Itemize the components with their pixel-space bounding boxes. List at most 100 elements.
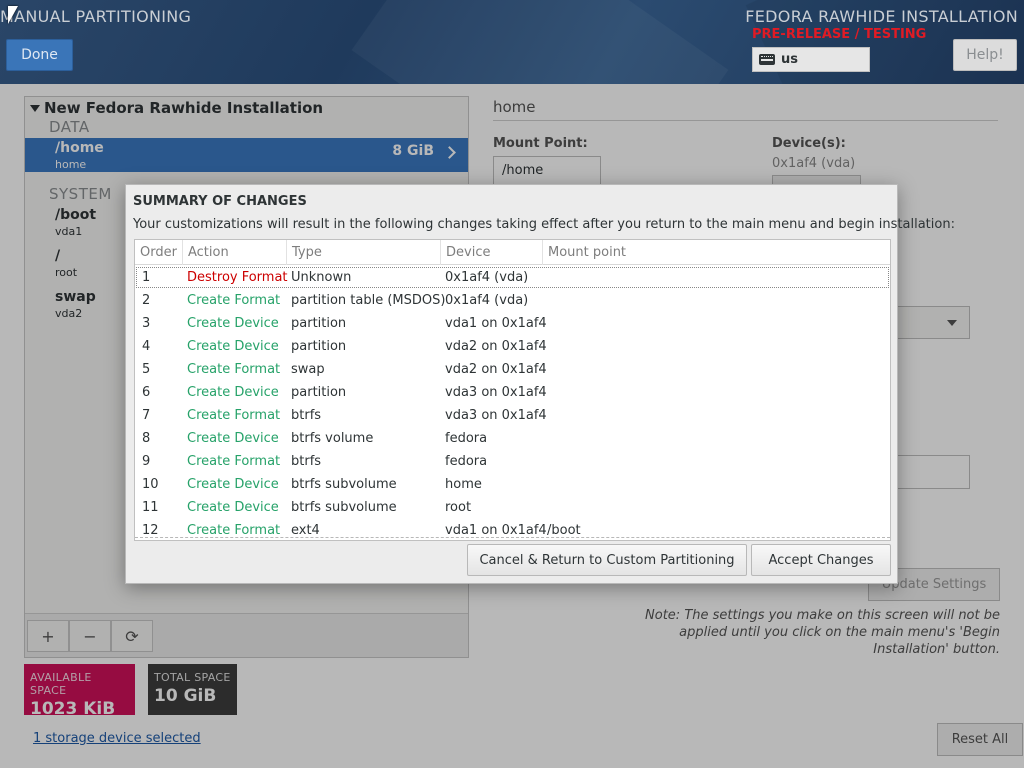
keyboard-layout-label: us [781, 52, 798, 67]
cell-action: Create Device [187, 339, 279, 354]
cell-order: 8 [142, 431, 151, 446]
cell-order: 11 [142, 500, 159, 515]
mount-point-device: vda2 [55, 307, 83, 320]
column-device[interactable]: Device [441, 240, 543, 265]
cell-order: 10 [142, 477, 159, 492]
chevron-down-icon [947, 320, 957, 326]
cancel-return-button[interactable]: Cancel & Return to Custom Partitioning [467, 544, 747, 576]
cell-type: btrfs subvolume [291, 500, 397, 515]
dialog-title: SUMMARY OF CHANGES [133, 194, 307, 209]
cell-type: btrfs volume [291, 431, 374, 446]
reset-all-button[interactable]: Reset All [937, 723, 1023, 756]
cell-action: Create Format [187, 362, 281, 377]
selected-mount-title: home [493, 98, 536, 116]
storage-devices-link[interactable]: 1 storage device selected [33, 731, 201, 746]
table-row[interactable]: 10 Create Device btrfs subvolume home [135, 473, 890, 496]
mount-point-device: home [55, 158, 87, 171]
total-space-value: 10 GiB [154, 686, 217, 706]
data-section-label: DATA [49, 118, 90, 136]
summary-of-changes-dialog: SUMMARY OF CHANGES Your customizations w… [125, 184, 955, 584]
cell-action: Create Device [187, 316, 279, 331]
keyboard-icon [759, 54, 775, 65]
cell-action: Create Format [187, 454, 281, 469]
cell-device: home [445, 477, 482, 492]
settings-note: Note: The settings you make on this scre… [645, 608, 1000, 657]
expander-triangle-icon [30, 104, 40, 112]
changes-table: Order Action Type Device Mount point 1 De… [134, 239, 891, 541]
cell-device: vda3 on 0x1af4 [445, 385, 547, 400]
cell-device: vda3 on 0x1af4 [445, 408, 547, 423]
mount-point-device: vda1 [55, 225, 83, 238]
remove-mount-point-button[interactable]: − [69, 620, 111, 652]
cell-action: Create Format [187, 293, 281, 308]
cell-type: Unknown [291, 270, 352, 285]
table-row[interactable]: 9 Create Format btrfs fedora [135, 450, 890, 473]
cell-type: partition [291, 385, 347, 400]
mount-point-name: / [55, 248, 61, 264]
mount-point-device: root [55, 266, 78, 279]
cell-action: Create Device [187, 500, 279, 515]
devices-label: Device(s): [772, 136, 846, 151]
prerelease-label: PRE-RELEASE / TESTING [752, 27, 927, 42]
table-row[interactable]: 1 Destroy Format Unknown 0x1af4 (vda) [135, 266, 890, 289]
table-row[interactable]: 11 Create Device btrfs subvolume root [135, 496, 890, 519]
cell-action: Create Device [187, 431, 279, 446]
cell-type: btrfs [291, 454, 322, 469]
cell-order: 2 [142, 293, 151, 308]
cell-action: Create Format [187, 408, 281, 423]
system-section-label: SYSTEM [49, 185, 112, 203]
table-row[interactable]: 4 Create Device partition vda2 on 0x1af4 [135, 335, 890, 358]
product-title: FEDORA RAWHIDE INSTALLATION [745, 7, 1018, 26]
add-mount-point-button[interactable]: + [27, 620, 69, 652]
cell-order: 4 [142, 339, 151, 354]
accept-changes-button[interactable]: Accept Changes [751, 544, 891, 576]
cell-order: 1 [142, 270, 151, 285]
page-title: MANUAL PARTITIONING [0, 7, 192, 26]
mount-point-name: /boot [55, 207, 97, 223]
mount-point-toolbar: + − ⟳ [25, 613, 468, 657]
cell-action: Destroy Format [187, 270, 288, 285]
mouse-cursor-icon [8, 6, 18, 24]
table-row[interactable]: 7 Create Format btrfs vda3 on 0x1af4 [135, 404, 890, 427]
cell-device: fedora [445, 431, 488, 446]
column-order[interactable]: Order [135, 240, 183, 265]
keyboard-layout-indicator[interactable]: us [752, 47, 870, 72]
table-row[interactable]: 5 Create Format swap vda2 on 0x1af4 [135, 358, 890, 381]
total-space-box: TOTAL SPACE 10 GiB [148, 664, 237, 715]
mount-point-size: 8 GiB [392, 143, 434, 159]
table-row[interactable]: 6 Create Device partition vda3 on 0x1af4 [135, 381, 890, 404]
table-row[interactable]: 8 Create Device btrfs volume fedora [135, 427, 890, 450]
cell-type: btrfs [291, 408, 322, 423]
cell-order: 9 [142, 454, 151, 469]
table-row[interactable]: 3 Create Device partition vda1 on 0x1af4 [135, 312, 890, 335]
cell-action: Create Device [187, 385, 279, 400]
column-mount-point[interactable]: Mount point [543, 240, 890, 265]
devices-value: 0x1af4 (vda) [772, 156, 856, 171]
cell-device: 0x1af4 (vda) [445, 293, 529, 308]
installation-group-header[interactable]: New Fedora Rawhide Installation [30, 99, 323, 117]
help-button[interactable]: Help! [953, 39, 1017, 71]
dialog-description: Your customizations will result in the f… [133, 217, 955, 232]
header-bar: MANUAL PARTITIONING Done FEDORA RAWHIDE … [0, 0, 1024, 84]
cell-device: vda2 on 0x1af4 [445, 339, 547, 354]
table-scroll-edge [135, 537, 890, 540]
mount-point-name: swap [55, 289, 96, 305]
cell-device: 0x1af4 (vda) [445, 270, 529, 285]
cell-order: 6 [142, 385, 151, 400]
cell-order: 5 [142, 362, 151, 377]
column-type[interactable]: Type [287, 240, 441, 265]
cell-device: vda1 on 0x1af4 [445, 316, 547, 331]
column-action[interactable]: Action [183, 240, 287, 265]
done-button[interactable]: Done [6, 39, 73, 71]
cell-device: vda2 on 0x1af4 [445, 362, 547, 377]
cell-device: root [445, 500, 472, 515]
chevron-right-icon [443, 146, 456, 159]
cell-order: 3 [142, 316, 151, 331]
cell-order: 7 [142, 408, 151, 423]
available-space-value: 1023 KiB [30, 699, 116, 719]
table-row[interactable]: 2 Create Format partition table (MSDOS) 0x1… [135, 289, 890, 312]
mount-point-home[interactable]: /home home 8 GiB [25, 138, 468, 172]
refresh-button[interactable]: ⟳ [111, 620, 153, 652]
cell-type: swap [291, 362, 325, 377]
mount-point-name: /home [55, 140, 104, 156]
